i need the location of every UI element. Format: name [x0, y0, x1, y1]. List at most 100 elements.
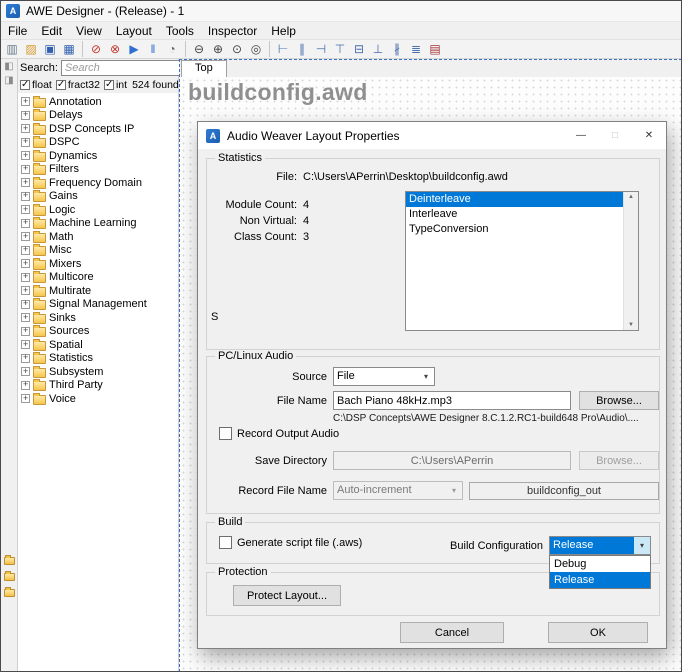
menu-item[interactable]: View — [69, 24, 109, 38]
expand-icon[interactable] — [21, 97, 30, 106]
menu-item[interactable]: File — [1, 24, 34, 38]
menu-item[interactable]: Edit — [34, 24, 69, 38]
expand-icon[interactable] — [21, 367, 30, 376]
module-class-item[interactable]: TypeConversion — [406, 222, 623, 237]
expand-icon[interactable] — [21, 232, 30, 241]
toolbar-icon[interactable] — [79, 40, 86, 58]
tree-item[interactable]: Dynamics — [18, 149, 178, 163]
dock-panel-right-icon[interactable]: ◨ — [4, 75, 13, 86]
menu-item[interactable]: Inspector — [201, 24, 264, 38]
toolbar-icon[interactable] — [182, 40, 189, 58]
tree-item[interactable]: Statistics — [18, 352, 178, 366]
zoom-in-icon[interactable]: ⊕ — [209, 40, 227, 58]
expand-icon[interactable] — [21, 205, 30, 214]
expand-icon[interactable] — [21, 124, 30, 133]
pause-icon[interactable]: ‖ — [144, 40, 162, 58]
expand-icon[interactable] — [21, 165, 30, 174]
chevron-down-icon[interactable]: ▾ — [418, 368, 434, 385]
tree-item[interactable]: DSP Concepts IP — [18, 122, 178, 136]
zoom-100-icon[interactable]: ◎ — [247, 40, 265, 58]
minimize-icon[interactable]: — — [564, 122, 598, 149]
dropdown-option[interactable]: Debug — [550, 556, 650, 572]
menu-item[interactable]: Help — [264, 24, 303, 38]
tree-item[interactable]: Multirate — [18, 284, 178, 298]
filter-checkbox[interactable]: fract32 — [56, 79, 100, 91]
listbox-scrollbar[interactable]: ▲ ▼ — [623, 192, 638, 330]
checkbox-icon[interactable] — [20, 80, 30, 90]
expand-icon[interactable] — [21, 300, 30, 309]
tree-item[interactable]: Third Party — [18, 379, 178, 393]
zoom-fit-icon[interactable]: ⊙ — [228, 40, 246, 58]
filter-checkbox[interactable]: float — [20, 79, 52, 91]
distribute-vertical-icon[interactable]: ≣ — [407, 40, 425, 58]
expand-icon[interactable] — [21, 327, 30, 336]
record-file-name-field[interactable]: buildconfig_out — [469, 482, 659, 500]
module-class-listbox[interactable]: DeinterleaveInterleaveTypeConversion ▲ ▼ — [405, 191, 639, 331]
dialog-titlebar[interactable]: A Audio Weaver Layout Properties — □ ✕ — [198, 122, 666, 149]
tree-item[interactable]: Filters — [18, 163, 178, 177]
palette-tab-3-icon[interactable] — [4, 589, 15, 597]
tree-item[interactable]: Misc — [18, 244, 178, 258]
tab-top[interactable]: Top — [181, 60, 227, 77]
titlebar[interactable]: A AWE Designer - (Release) - 1 — [1, 1, 681, 22]
cancel-button[interactable]: Cancel — [400, 622, 504, 643]
generate-script-checkbox[interactable]: Generate script file (.aws) — [219, 536, 362, 549]
expand-icon[interactable] — [21, 381, 30, 390]
align-top-icon[interactable]: ⊤ — [331, 40, 349, 58]
disconnect-icon[interactable]: ⊘ — [87, 40, 105, 58]
align-bottom-icon[interactable]: ⊥ — [369, 40, 387, 58]
checkbox-icon[interactable] — [219, 427, 232, 440]
align-middle-icon[interactable]: ⊟ — [350, 40, 368, 58]
halt-icon[interactable]: ⊗ — [106, 40, 124, 58]
profile-icon[interactable]: ◔ — [163, 40, 181, 58]
tree-item[interactable]: Signal Management — [18, 298, 178, 312]
record-output-checkbox[interactable]: Record Output Audio — [219, 427, 339, 440]
ok-button[interactable]: OK — [548, 622, 648, 643]
tree-item[interactable]: Annotation — [18, 95, 178, 109]
menu-item[interactable]: Layout — [109, 24, 159, 38]
filter-checkbox[interactable]: int — [104, 79, 127, 91]
tree-item[interactable]: Spatial — [18, 338, 178, 352]
tree-item[interactable]: Voice — [18, 392, 178, 406]
save-icon[interactable]: ▣ — [41, 40, 59, 58]
tree-item[interactable]: Gains — [18, 190, 178, 204]
save-all-icon[interactable]: ▦ — [60, 40, 78, 58]
palette-tab-1-icon[interactable] — [4, 557, 15, 565]
chevron-down-icon[interactable]: ▾ — [634, 537, 650, 554]
expand-icon[interactable] — [21, 259, 30, 268]
checkbox-icon[interactable] — [104, 80, 114, 90]
dropdown-option[interactable]: Release — [550, 572, 650, 588]
close-icon[interactable]: ✕ — [632, 122, 666, 149]
browse-button[interactable]: Browse... — [579, 391, 659, 410]
file-name-input[interactable] — [333, 391, 571, 410]
align-right-icon[interactable]: ⊣ — [312, 40, 330, 58]
scroll-down-icon[interactable]: ▼ — [628, 322, 634, 328]
open-file-icon[interactable]: ▨ — [22, 40, 40, 58]
tree-item[interactable]: Multicore — [18, 271, 178, 285]
checkbox-icon[interactable] — [56, 80, 66, 90]
expand-icon[interactable] — [21, 273, 30, 282]
toolbar-icon[interactable] — [266, 40, 273, 58]
tree-item[interactable]: DSPC — [18, 136, 178, 150]
expand-icon[interactable] — [21, 340, 30, 349]
source-select[interactable]: File ▾ — [333, 367, 435, 386]
expand-icon[interactable] — [21, 138, 30, 147]
expand-icon[interactable] — [21, 178, 30, 187]
expand-icon[interactable] — [21, 313, 30, 322]
tree-item[interactable]: Mixers — [18, 257, 178, 271]
scroll-up-icon[interactable]: ▲ — [628, 194, 634, 200]
expand-icon[interactable] — [21, 354, 30, 363]
tree-item[interactable]: Logic — [18, 203, 178, 217]
expand-icon[interactable] — [21, 286, 30, 295]
tree-item[interactable]: Frequency Domain — [18, 176, 178, 190]
distribute-horizontal-icon[interactable]: ∦ — [388, 40, 406, 58]
expand-icon[interactable] — [21, 151, 30, 160]
play-icon[interactable]: ▶ — [125, 40, 143, 58]
palette-tab-2-icon[interactable] — [4, 573, 15, 581]
tree-item[interactable]: Sinks — [18, 311, 178, 325]
server-icon[interactable]: ▤ — [426, 40, 444, 58]
new-layout-icon[interactable]: ▥ — [3, 40, 21, 58]
tree-item[interactable]: Machine Learning — [18, 217, 178, 231]
build-configuration-select[interactable]: Release ▾ — [549, 536, 651, 555]
module-class-item[interactable]: Interleave — [406, 207, 623, 222]
